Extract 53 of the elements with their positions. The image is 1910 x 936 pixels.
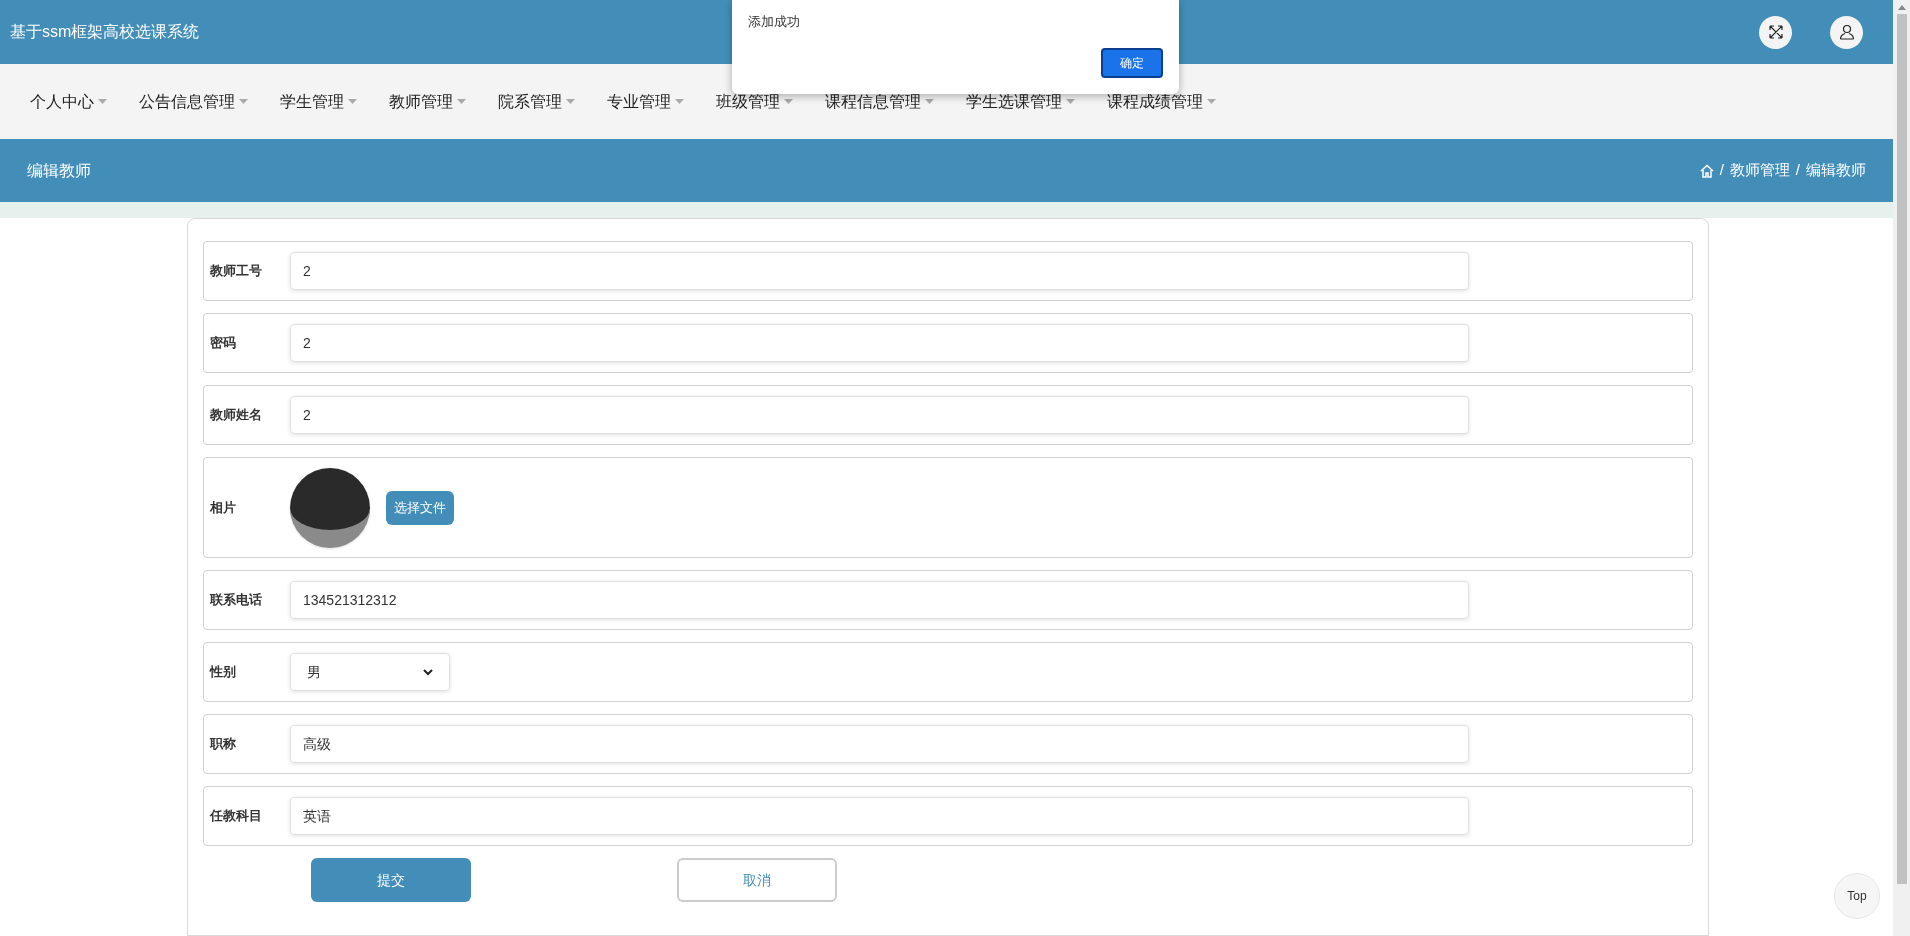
- user-icon: [1838, 24, 1855, 40]
- cancel-button[interactable]: 取消: [677, 858, 837, 902]
- nav-menu-item[interactable]: 课程成绩管理: [1107, 89, 1216, 114]
- caret-icon: [348, 99, 357, 104]
- breadcrumb-separator: /: [1719, 160, 1724, 181]
- alert-message: 添加成功: [748, 13, 801, 31]
- text-field[interactable]: 高级: [290, 725, 1469, 763]
- field-label: 密码: [210, 334, 237, 353]
- text-field[interactable]: 2: [290, 396, 1469, 434]
- text-field[interactable]: 英语: [290, 797, 1469, 835]
- field-label: 相片: [210, 498, 237, 517]
- field-label: 联系电话: [210, 591, 263, 610]
- user-button[interactable]: [1830, 15, 1863, 49]
- nav-menu-item[interactable]: 专业管理: [607, 89, 684, 114]
- caret-icon: [675, 99, 684, 104]
- breadcrumb-link[interactable]: 编辑教师: [1806, 159, 1866, 182]
- gender-select[interactable]: 男: [290, 653, 450, 691]
- field-label: 任教科目: [210, 807, 263, 826]
- nav-menu-item[interactable]: 学生选课管理: [966, 89, 1075, 114]
- caret-icon: [98, 99, 107, 104]
- nav-menu-item[interactable]: 院系管理: [498, 89, 575, 114]
- ok-button[interactable]: 确定: [1101, 48, 1163, 78]
- nav-menu-item[interactable]: 教师管理: [389, 89, 466, 114]
- field-label: 教师工号: [210, 262, 263, 281]
- text-field[interactable]: 134521312312: [290, 581, 1469, 619]
- breadcrumb-separator: /: [1795, 160, 1800, 181]
- app-title: 基于ssm框架高校选课系统: [10, 22, 200, 42]
- fullscreen-button[interactable]: [1759, 15, 1792, 49]
- field-label: 教师姓名: [210, 406, 263, 425]
- caret-icon: [457, 99, 466, 104]
- field-label: 性别: [210, 663, 237, 682]
- caret-icon: [925, 99, 934, 104]
- nav-menu-item[interactable]: 学生管理: [280, 89, 357, 114]
- nav-menu-item[interactable]: 课程信息管理: [825, 89, 934, 114]
- caret-icon: [566, 99, 575, 104]
- text-field[interactable]: 2: [290, 324, 1469, 362]
- expand-arrows-icon: [1767, 24, 1784, 40]
- nav-menu-item[interactable]: 个人中心: [30, 89, 107, 114]
- text-field[interactable]: 2: [290, 252, 1469, 290]
- nav-menu-item[interactable]: 班级管理: [716, 89, 793, 114]
- breadcrumb-link[interactable]: 教师管理: [1729, 159, 1790, 182]
- caret-icon: [1066, 99, 1075, 104]
- choose-file-button[interactable]: 选择文件: [386, 490, 454, 525]
- back-to-top-button[interactable]: Top: [1834, 873, 1880, 919]
- home-icon[interactable]: [1699, 163, 1714, 178]
- caret-icon: [784, 99, 793, 104]
- chevron-down-icon: [423, 668, 433, 676]
- nav-menu-item[interactable]: 公告信息管理: [139, 89, 248, 114]
- caret-icon: [1207, 99, 1216, 104]
- page-title: 编辑教师: [27, 160, 91, 181]
- submit-button[interactable]: 提交: [311, 858, 471, 902]
- field-label: 职称: [210, 735, 237, 754]
- caret-icon: [239, 99, 248, 104]
